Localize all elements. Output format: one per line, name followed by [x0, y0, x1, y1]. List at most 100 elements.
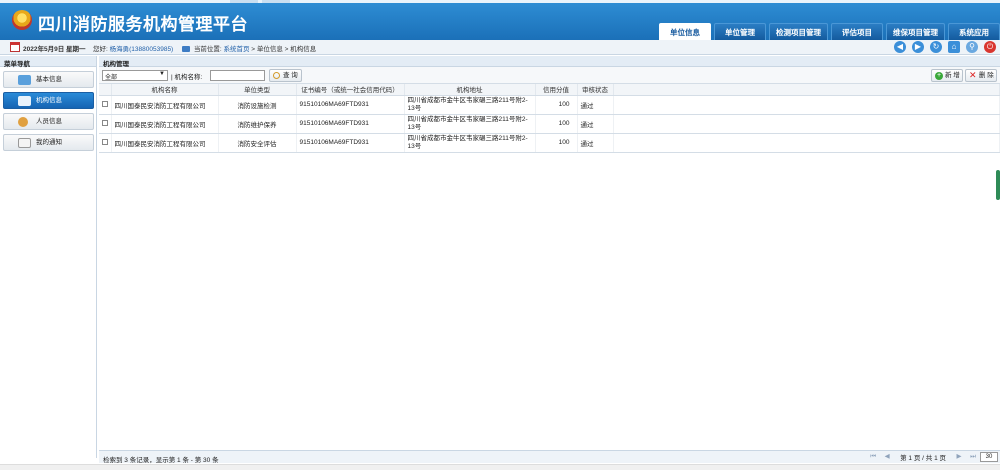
plus-icon: +: [935, 72, 943, 80]
breadcrumb-path: > 单位信息 > 机构信息: [251, 46, 317, 53]
col-header[interactable]: 信用分值: [535, 84, 578, 96]
info-bar: 2022年5月9日 星期一 您好: 杨海勇(13880053985) 当前位置:…: [0, 40, 1000, 55]
row-checkbox[interactable]: [102, 119, 108, 126]
tab-system-apps[interactable]: 系统应用: [948, 23, 1000, 40]
info-card-icon: [18, 75, 31, 85]
sidebar-item-label: 机构信息: [36, 97, 62, 104]
power-icon[interactable]: ⏻: [984, 41, 996, 53]
search-button[interactable]: 查 询: [269, 69, 302, 82]
header-checkbox-col: [99, 84, 112, 96]
cell-org-name: 四川国泰民安消防工程有限公司: [111, 114, 219, 134]
location-label: 当前位置:: [193, 46, 222, 53]
tab-inspection-projects[interactable]: 检测项目管理: [769, 23, 828, 40]
person-icon: [18, 117, 28, 127]
nav-tabs: 单位信息 单位管理 检测项目管理 评估项目 维保项目管理 系统应用: [656, 23, 1000, 40]
first-page-icon[interactable]: ⏮: [868, 452, 878, 462]
search-icon[interactable]: ⚲: [966, 41, 978, 53]
col-header[interactable]: 机构名称: [111, 84, 219, 96]
cell-credit-score: 100: [535, 114, 578, 134]
col-header-filler: [613, 84, 1000, 96]
sidebar-item-label: 人员信息: [36, 118, 62, 125]
greeting: 您好: 杨海勇(13880053985): [93, 43, 173, 53]
cell-address: 四川省成都市金牛区韦家碾三路211号附2-13号: [404, 95, 536, 115]
browser-status-bar: [0, 464, 1000, 470]
magnifier-icon: [273, 72, 280, 79]
org-name-label: | 机构名称:: [171, 74, 203, 81]
row-checkbox[interactable]: [102, 138, 108, 145]
add-button-label: 新 增: [945, 72, 960, 79]
org-name-input[interactable]: [210, 70, 265, 81]
page-info: 第 1 页 / 共 1 页: [900, 455, 946, 462]
cell-cert-no: 91510106MA69FTD931: [296, 133, 405, 153]
filter-select-value: 全部: [105, 75, 118, 81]
tab-unit-info[interactable]: 单位信息: [659, 23, 711, 40]
scrollbar-handle[interactable]: [996, 170, 1000, 200]
delete-button-label: 删 除: [979, 72, 994, 79]
cell-credit-score: 100: [535, 95, 578, 115]
sidebar: 菜单导航 基本信息 机构信息 人员信息 我的通知: [0, 56, 97, 458]
tab-unit-management[interactable]: 单位管理: [714, 23, 766, 40]
filter-toolbar: 全部 ▼ | 机构名称: 查 询 + 新 增 ✕ 删 除: [99, 67, 1000, 84]
tab-maintenance-projects[interactable]: 维保项目管理: [886, 23, 945, 40]
cell-cert-no: 91510106MA69FTD931: [296, 114, 405, 134]
table-row[interactable]: 四川国泰民安消防工程有限公司 消防安全评估 91510106MA69FTD931…: [99, 133, 1000, 153]
cell-credit-score: 100: [535, 133, 578, 153]
sidebar-item-personnel[interactable]: 人员信息: [3, 113, 94, 130]
sidebar-title: 菜单导航: [0, 56, 96, 68]
search-button-label: 查 询: [283, 72, 298, 79]
cell-unit-type: 消防维护保养: [218, 114, 297, 134]
toolbar-icons: ◀ ▶ ↻ ⌂ ⚲ ⏻: [888, 41, 996, 53]
calendar-icon: [10, 42, 20, 52]
next-page-icon[interactable]: ▶: [954, 452, 964, 462]
sidebar-item-basic-info[interactable]: 基本信息: [3, 71, 94, 88]
table-row[interactable]: 四川国泰民安消防工程有限公司 消防维护保养 91510106MA69FTD931…: [99, 114, 1000, 134]
cell-cert-no: 91510106MA69FTD931: [296, 95, 405, 115]
cell-address: 四川省成都市金牛区韦家碾三路211号附2-13号: [404, 114, 536, 134]
record-count: 检索到 3 条记录，显示第 1 条 - 第 30 条: [103, 457, 219, 464]
col-header[interactable]: 证书编号（或统一社会信用代码）: [296, 84, 405, 96]
delete-x-icon: ✕: [969, 70, 977, 80]
refresh-icon[interactable]: ↻: [930, 41, 942, 53]
sidebar-item-label: 基本信息: [36, 76, 62, 83]
row-checkbox[interactable]: [102, 100, 108, 107]
sidebar-item-org-info[interactable]: 机构信息: [3, 92, 94, 109]
notice-icon: [18, 138, 31, 148]
last-page-icon[interactable]: ⏭: [968, 452, 978, 462]
col-header[interactable]: 单位类型: [218, 84, 297, 96]
cell-review-status: 通过: [577, 95, 614, 115]
chevron-down-icon: ▼: [159, 71, 165, 77]
col-header[interactable]: 机构地址: [404, 84, 536, 96]
page-size-select[interactable]: 30: [980, 452, 998, 462]
col-header[interactable]: 审核状态: [577, 84, 614, 96]
app-title: 四川消防服务机构管理平台: [38, 15, 248, 34]
cell-org-name: 四川国泰民安消防工程有限公司: [111, 133, 219, 153]
table-header-row: 机构名称 单位类型 证书编号（或统一社会信用代码） 机构地址 信用分值 审核状态: [99, 84, 1000, 96]
current-date: 2022年5月9日 星期一: [23, 46, 86, 53]
fire-emblem-logo: [12, 10, 32, 30]
sidebar-item-label: 我的通知: [36, 139, 62, 146]
table-footer: 检索到 3 条记录，显示第 1 条 - 第 30 条 ⏮ ◀ 第 1 页 / 共…: [99, 450, 1000, 464]
pagination: ⏮ ◀ 第 1 页 / 共 1 页 ▶ ⏭ 30: [866, 452, 998, 462]
table-row[interactable]: 四川国泰民安消防工程有限公司 消防设施检测 91510106MA69FTD931…: [99, 95, 1000, 115]
cell-review-status: 通过: [577, 133, 614, 153]
home-icon[interactable]: ⌂: [948, 41, 960, 53]
cell-unit-type: 消防安全评估: [218, 133, 297, 153]
tab-assessment-projects[interactable]: 评估项目: [831, 23, 883, 40]
forward-arrow-icon[interactable]: ▶: [912, 41, 924, 53]
breadcrumb: 当前位置: 系统首页 > 单位信息 > 机构信息: [182, 43, 316, 53]
top-strip: [0, 0, 1000, 3]
org-table: 机构名称 单位类型 证书编号（或统一社会信用代码） 机构地址 信用分值 审核状态…: [99, 84, 1000, 153]
sidebar-item-notices[interactable]: 我的通知: [3, 134, 94, 151]
cell-review-status: 通过: [577, 114, 614, 134]
delete-button[interactable]: ✕ 删 除: [965, 69, 997, 82]
computer-icon: [182, 46, 190, 52]
cell-org-name: 四川国泰民安消防工程有限公司: [111, 95, 219, 115]
back-arrow-icon[interactable]: ◀: [894, 41, 906, 53]
main-panel: 机构管理 全部 ▼ | 机构名称: 查 询 + 新 增 ✕ 删 除 机构名称 单…: [99, 56, 1000, 464]
prev-page-icon[interactable]: ◀: [882, 452, 892, 462]
add-button[interactable]: + 新 增: [931, 69, 963, 82]
greeting-label: 您好:: [93, 46, 108, 53]
filter-select[interactable]: 全部 ▼: [102, 70, 168, 81]
panel-title: 机构管理: [99, 56, 1000, 68]
breadcrumb-home-link[interactable]: 系统首页: [223, 46, 249, 53]
